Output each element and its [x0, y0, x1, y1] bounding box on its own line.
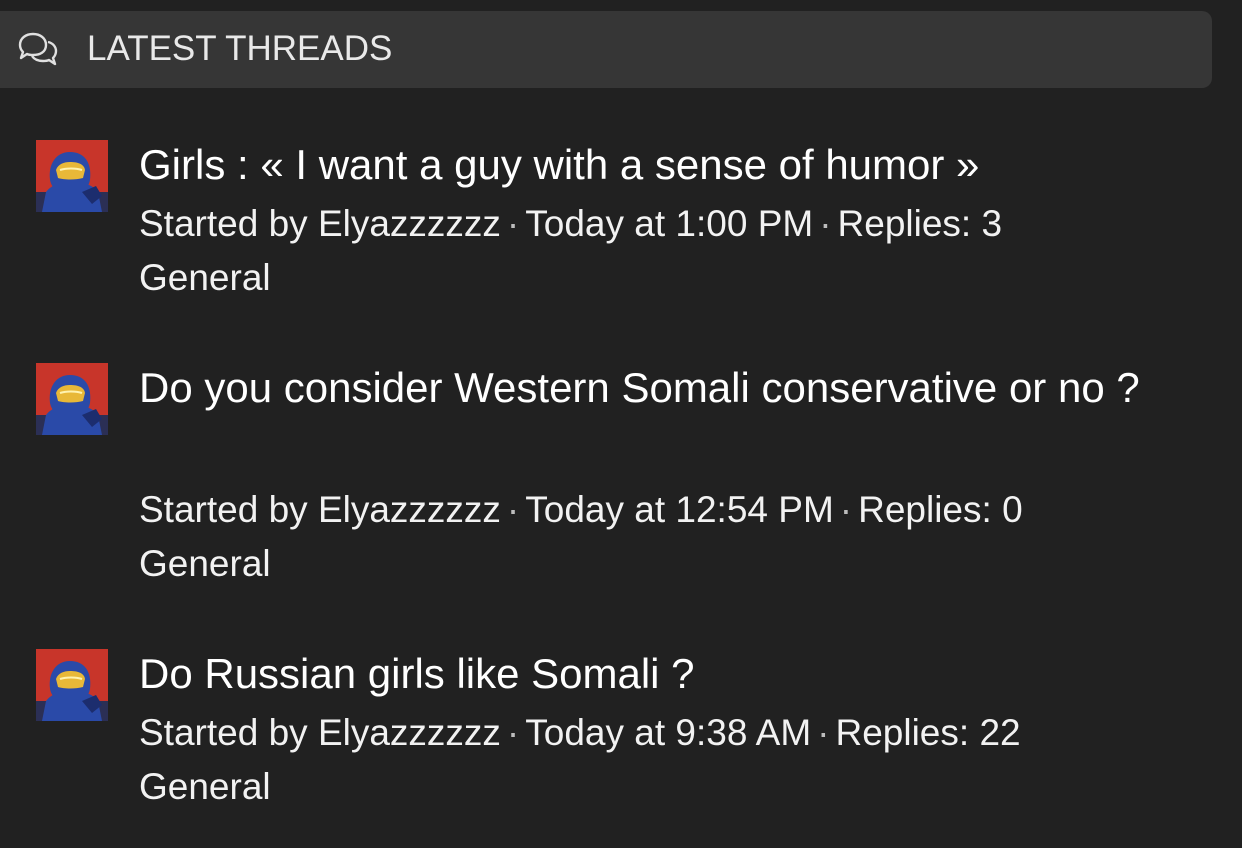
- avatar-image: [36, 363, 108, 435]
- thread-time[interactable]: Today at 1:00 PM: [525, 203, 813, 244]
- comments-icon: [18, 32, 58, 66]
- replies-label: Replies:: [835, 712, 970, 753]
- thread-meta: Started by Elyazzzzzz · Today at 1:00 PM · R…: [139, 202, 1002, 246]
- started-by-label: Started by: [139, 203, 308, 244]
- thread-time[interactable]: Today at 12:54 PM: [525, 489, 834, 530]
- thread-title-link[interactable]: Girls : « I want a guy with a sense of h…: [139, 134, 1219, 196]
- thread-meta: Started by Elyazzzzzz · Today at 12:54 PM ·…: [139, 488, 1023, 532]
- replies-count: 3: [981, 203, 1003, 244]
- forum-link[interactable]: General: [139, 542, 271, 586]
- separator: ·: [506, 203, 520, 244]
- started-by-label: Started by: [139, 489, 308, 530]
- thread-meta: Started by Elyazzzzzz · Today at 9:38 AM · R…: [139, 711, 1021, 755]
- replies-count: 0: [1002, 489, 1023, 530]
- thread-time[interactable]: Today at 9:38 AM: [525, 712, 811, 753]
- forum-link[interactable]: General: [139, 256, 271, 300]
- thread-title-link[interactable]: Do Russian girls like Somali ?: [139, 643, 1219, 705]
- avatar-image: [36, 140, 108, 212]
- avatar[interactable]: [36, 140, 108, 212]
- section-title: LATEST THREADS: [87, 29, 393, 68]
- replies-count: 22: [979, 712, 1021, 753]
- avatar[interactable]: [36, 649, 108, 721]
- separator: ·: [506, 489, 520, 530]
- thread-title-link[interactable]: Do you consider Western Somali conservat…: [139, 357, 1219, 419]
- thread-author-link[interactable]: Elyazzzzzz: [318, 489, 501, 530]
- avatar-image: [36, 649, 108, 721]
- started-by-label: Started by: [139, 712, 308, 753]
- separator: ·: [506, 712, 520, 753]
- thread-author-link[interactable]: Elyazzzzzz: [318, 203, 501, 244]
- replies-label: Replies:: [837, 203, 972, 244]
- avatar[interactable]: [36, 363, 108, 435]
- forum-link[interactable]: General: [139, 765, 271, 809]
- separator: ·: [819, 203, 832, 244]
- separator: ·: [839, 489, 853, 530]
- replies-label: Replies:: [858, 489, 992, 530]
- thread-author-link[interactable]: Elyazzzzzz: [318, 712, 501, 753]
- separator: ·: [817, 712, 830, 753]
